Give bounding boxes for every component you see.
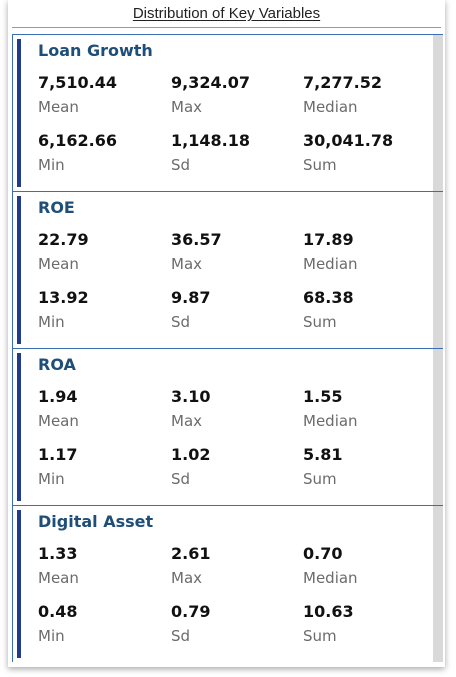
stat-label: Sum [303,156,337,174]
stat-min: 13.92 Min [38,288,89,332]
stat-sd: 9.87 Sd [171,288,210,332]
stat-median: 1.55 Median [303,387,358,431]
stat-label: Min [38,156,65,174]
card-scrollbar[interactable] [433,506,443,662]
stat-value: 1,148.18 [171,131,250,150]
stat-label: Sd [171,156,191,174]
card-scrollbar[interactable] [433,35,443,191]
stat-sd: 1.02 Sd [171,445,210,489]
stat-sum: 5.81 Sum [303,445,342,489]
stat-label: Sum [303,627,337,645]
stat-value: 1.33 [38,544,78,563]
stat-min: 6,162.66 Min [38,131,117,175]
stat-label: Median [303,255,358,273]
card-scrollbar[interactable] [433,192,443,348]
stat-label: Median [303,412,358,430]
stat-value: 7,277.52 [303,73,382,92]
cards-container: Loan Growth 7,510.44 Mean 9,324.07 Max 7,2… [8,34,445,667]
stat-value: 30,041.78 [303,131,394,150]
stat-median: 0.70 Median [303,544,358,588]
stat-value: 9.87 [171,288,211,307]
stat-min: 0.48 Min [38,602,77,646]
stat-value: 10.63 [303,602,354,621]
stat-label: Max [171,412,203,430]
stat-label: Min [38,313,65,331]
stat-value: 2.61 [171,544,211,563]
stat-label: Sd [171,470,191,488]
visual-panel: Distribution of Key Variables Loan Growt… [8,0,445,667]
card-accent-bar [17,39,21,187]
stat-mean: 7,510.44 Mean [38,73,117,117]
stat-value: 7,510.44 [38,73,117,92]
stat-label: Max [171,255,203,273]
card-accent-bar [17,353,21,501]
stat-label: Max [171,569,203,587]
stat-value: 36.57 [171,230,222,249]
stat-value: 1.17 [38,445,78,464]
stat-label: Sum [303,313,337,331]
stat-value: 1.02 [171,445,211,464]
stat-label: Mean [38,412,79,430]
stat-sum: 68.38 Sum [303,288,354,332]
stat-sd: 0.79 Sd [171,602,210,646]
stat-value: 1.55 [303,387,343,406]
stat-label: Sd [171,313,191,331]
stat-value: 0.48 [38,602,78,621]
stat-sd: 1,148.18 Sd [171,131,250,175]
stat-max: 2.61 Max [171,544,210,588]
card-scrollbar[interactable] [433,349,443,505]
stat-min: 1.17 Min [38,445,77,489]
stat-value: 17.89 [303,230,354,249]
stat-label: Sd [171,627,191,645]
stat-label: Mean [38,569,79,587]
stat-label: Median [303,98,358,116]
stat-value: 22.79 [38,230,89,249]
card-digital-asset: Digital Asset 1.33 Mean 2.61 Max 0.70 Media… [12,505,443,662]
stat-label: Min [38,627,65,645]
card-title: Digital Asset [38,512,154,531]
stat-label: Sum [303,470,337,488]
card-title: Loan Growth [38,41,153,60]
stat-value: 6,162.66 [38,131,117,150]
stat-label: Mean [38,255,79,273]
card-roe: ROE 22.79 Mean 36.57 Max 17.89 Median 13.92… [12,191,443,348]
stat-max: 3.10 Max [171,387,210,431]
card-title: ROA [38,355,76,374]
stat-value: 0.79 [171,602,211,621]
stat-sum: 30,041.78 Sum [303,131,393,175]
stat-label: Max [171,98,203,116]
card-accent-bar [17,510,21,658]
stat-sum: 10.63 Sum [303,602,354,646]
card-accent-bar [17,196,21,344]
stat-median: 7,277.52 Median [303,73,382,117]
card-roa: ROA 1.94 Mean 3.10 Max 1.55 Median 1.17 Min … [12,348,443,505]
title-divider [12,27,441,28]
stat-value: 68.38 [303,288,354,307]
stat-mean: 1.33 Mean [38,544,79,588]
stat-value: 0.70 [303,544,343,563]
stat-value: 5.81 [303,445,343,464]
stat-label: Mean [38,98,79,116]
stat-value: 1.94 [38,387,78,406]
stat-value: 13.92 [38,288,89,307]
stat-mean: 22.79 Mean [38,230,89,274]
stat-label: Min [38,470,65,488]
stat-max: 36.57 Max [171,230,222,274]
stat-value: 9,324.07 [171,73,250,92]
stat-max: 9,324.07 Max [171,73,250,117]
card-title: ROE [38,198,75,217]
visual-title: Distribution of Key Variables [132,5,321,22]
stat-value: 3.10 [171,387,211,406]
card-loan-growth: Loan Growth 7,510.44 Mean 9,324.07 Max 7,2… [12,34,443,191]
stat-mean: 1.94 Mean [38,387,79,431]
stat-median: 17.89 Median [303,230,358,274]
stat-label: Median [303,569,358,587]
